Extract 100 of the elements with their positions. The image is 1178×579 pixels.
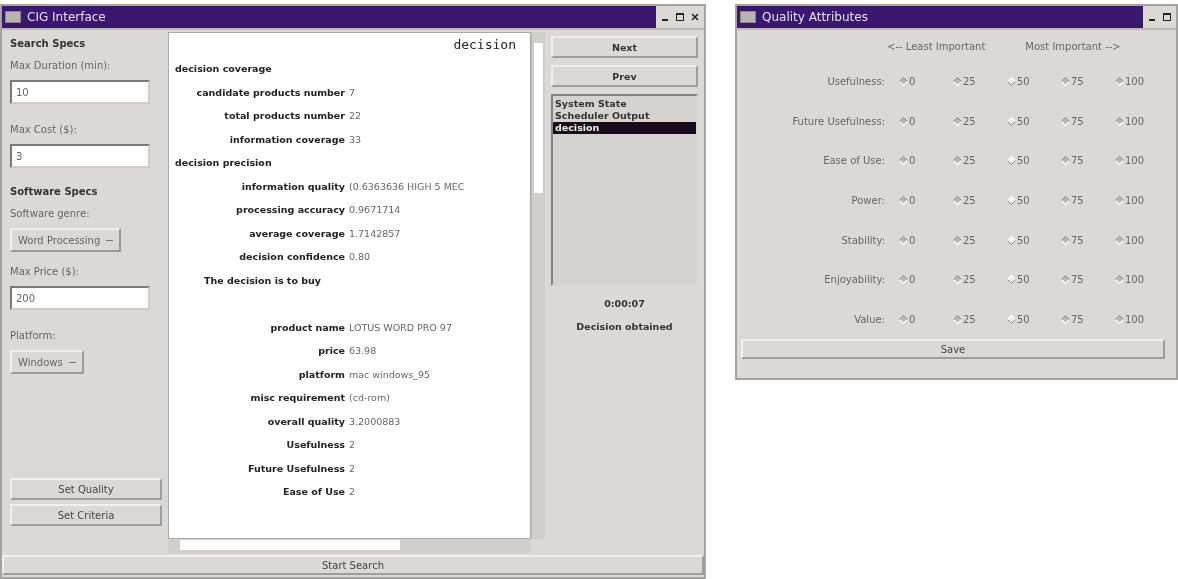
field-name: candidate products number: [195, 86, 345, 98]
attribute-label: Power:: [850, 195, 885, 207]
radio-option[interactable]: 25: [953, 115, 1007, 127]
field-name: product name: [269, 321, 345, 333]
radio-option[interactable]: 0: [899, 313, 953, 325]
radio-option[interactable]: 25: [953, 313, 1007, 325]
field-label: Platform:: [10, 329, 57, 343]
field-value: 3.2000883: [349, 415, 401, 427]
radio-option[interactable]: 0: [899, 234, 953, 246]
field-name: information quality: [240, 180, 345, 192]
radio-option[interactable]: 50: [1007, 195, 1061, 207]
radio-option[interactable]: 50: [1007, 155, 1061, 167]
field-value: 0.9671714: [349, 204, 401, 216]
radio-option[interactable]: 75: [1061, 195, 1115, 207]
radio-option[interactable]: 0: [899, 274, 953, 286]
maximize-icon[interactable]: [1161, 11, 1173, 23]
status-text: Decision obtained: [575, 321, 674, 332]
maximize-icon[interactable]: [674, 11, 686, 23]
radio-option[interactable]: 75: [1061, 234, 1115, 246]
field-value: mac windows_95: [349, 368, 431, 380]
attribute-label: Future Usefulness:: [791, 115, 885, 127]
radio-option[interactable]: 50: [1007, 234, 1061, 246]
field-value: 2: [349, 462, 356, 474]
radio-option[interactable]: 100: [1115, 76, 1169, 88]
field-label: Max Price ($):: [10, 265, 80, 279]
field-name: platform: [297, 368, 345, 380]
save-button[interactable]: Save: [741, 339, 1165, 360]
field-name: decision confidence: [238, 251, 345, 263]
vertical-scrollbar[interactable]: [531, 32, 545, 539]
list-item[interactable]: System State: [553, 98, 696, 110]
field-value: 2: [349, 486, 356, 498]
field-value: 63.98: [349, 345, 377, 357]
radio-option[interactable]: 0: [899, 115, 953, 127]
action-button[interactable]: Set Quality: [10, 478, 162, 500]
list-item[interactable]: Scheduler Output: [553, 110, 696, 122]
radio-option[interactable]: 100: [1115, 155, 1169, 167]
radio-option[interactable]: 75: [1061, 274, 1115, 286]
scale-label: Most Important -->: [1025, 40, 1121, 52]
radio-option[interactable]: 50: [1007, 115, 1061, 127]
section-heading: Software Specs: [10, 185, 99, 199]
radio-option[interactable]: 50: [1007, 76, 1061, 88]
attribute-label: Ease of Use:: [822, 155, 885, 167]
radio-option[interactable]: 25: [953, 195, 1007, 207]
radio-option[interactable]: 75: [1061, 76, 1115, 88]
field-value: (cd-rom): [349, 392, 390, 404]
field-value: 2: [349, 439, 356, 451]
attribute-label: Usefulness:: [826, 76, 885, 88]
input-field[interactable]: 10: [10, 80, 150, 104]
field-name: Usefulness: [285, 439, 345, 451]
field-value: 7: [349, 86, 356, 98]
field-value: 1.7142857: [349, 227, 401, 239]
input-field[interactable]: 200: [10, 286, 150, 310]
field-name: average coverage: [248, 227, 345, 239]
list-item[interactable]: decision: [553, 122, 696, 134]
section-heading: Search Specs: [10, 37, 87, 51]
radio-option[interactable]: 0: [899, 195, 953, 207]
input-field[interactable]: 3: [10, 144, 150, 168]
report-title: decision: [452, 37, 517, 54]
radio-option[interactable]: 0: [899, 155, 953, 167]
section-label: decision precision: [175, 157, 272, 169]
field-value: LOTUS WORD PRO 97: [349, 321, 452, 333]
field-name: processing accuracy: [235, 204, 345, 216]
radio-option[interactable]: 100: [1115, 274, 1169, 286]
field-value: 22: [349, 110, 362, 122]
nav-button[interactable]: Next: [551, 36, 698, 58]
horizontal-scrollbar[interactable]: [168, 539, 531, 553]
radio-option[interactable]: 100: [1115, 313, 1169, 325]
radio-option[interactable]: 100: [1115, 115, 1169, 127]
window-title: Quality Attributes: [762, 10, 869, 24]
radio-option[interactable]: 100: [1115, 234, 1169, 246]
field-name: Future Usefulness: [247, 462, 345, 474]
radio-option[interactable]: 25: [953, 234, 1007, 246]
field-name: information coverage: [228, 133, 345, 145]
radio-option[interactable]: 25: [953, 155, 1007, 167]
scale-label: <-- Least Important: [887, 40, 986, 52]
action-button[interactable]: Set Criteria: [10, 504, 162, 526]
radio-option[interactable]: 75: [1061, 155, 1115, 167]
radio-option[interactable]: 50: [1007, 313, 1061, 325]
nav-button[interactable]: Prev: [551, 65, 698, 87]
field-name: price: [317, 345, 345, 357]
field-label: Max Cost ($):: [10, 123, 78, 137]
elapsed-time: 0:00:07: [603, 298, 646, 309]
window-title: CIG Interface: [27, 10, 107, 24]
radio-option[interactable]: 75: [1061, 115, 1115, 127]
radio-option[interactable]: 25: [953, 274, 1007, 286]
field-value: (0.6363636 HIGH 5 MEC: [349, 180, 465, 192]
radio-option[interactable]: 50: [1007, 274, 1061, 286]
close-icon[interactable]: [689, 11, 701, 23]
field-value: 0.80: [349, 251, 371, 263]
start-search-button[interactable]: Start Search: [2, 555, 704, 575]
radio-option[interactable]: 100: [1115, 195, 1169, 207]
decision-text: The decision is to buy: [203, 274, 321, 286]
radio-option[interactable]: 0: [899, 76, 953, 88]
attribute-label: Stability:: [840, 234, 885, 246]
radio-option[interactable]: 75: [1061, 313, 1115, 325]
field-name: total products number: [223, 110, 345, 122]
option-menu[interactable]: Word Processing: [10, 228, 122, 252]
radio-option[interactable]: 25: [953, 76, 1007, 88]
option-menu[interactable]: Windows: [10, 350, 84, 374]
attribute-label: Enjoyability:: [823, 274, 885, 286]
